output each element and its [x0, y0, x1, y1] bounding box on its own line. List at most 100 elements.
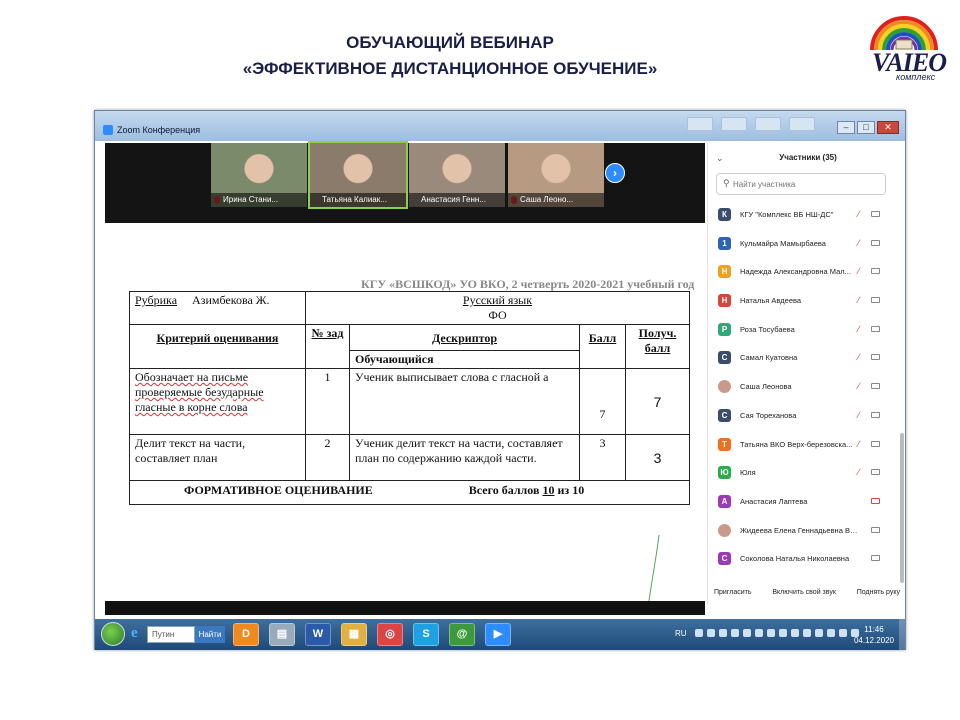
participant-row[interactable]: Жидеева Елена Геннадьевна ВКО — [708, 519, 900, 548]
close-button[interactable]: ✕ — [877, 121, 899, 134]
total-value: 10 — [542, 483, 555, 497]
camera-icon — [871, 268, 880, 275]
table-footer-row: ФОРМАТИВНОЕ ОЦЕНИВАНИЕ Всего баллов 10 и… — [129, 480, 690, 505]
camera-icon — [871, 211, 880, 217]
participant-row[interactable]: 1 Кульмайра Мамырбаева ⁄ — [708, 232, 900, 261]
score-cell: 3 — [579, 434, 626, 481]
participant-row[interactable]: Саша Леонова ⁄ — [708, 375, 900, 404]
avatar — [718, 380, 731, 394]
participant-name: Наталья Авдеева — [740, 296, 802, 306]
avatar: С — [718, 351, 731, 365]
header-criteria: Критерий оценивания — [129, 324, 306, 369]
chrome-icon[interactable]: ◎ — [377, 623, 403, 646]
zoom-icon[interactable]: ▶ — [485, 623, 511, 646]
unmute-button[interactable]: Включить свой звук — [772, 589, 836, 605]
mic-muted-icon: ⁄ — [858, 352, 860, 363]
participant-row[interactable]: С Самал Куатовна ⁄ — [708, 346, 900, 375]
total-suffix: из 10 — [557, 483, 585, 497]
video-tile-name: Анастасия Генн... — [409, 193, 505, 207]
slide: ОБУЧАЮЩИЙ ВЕБИНАР «ЭФФЕКТИВНОЕ ДИСТАНЦИО… — [0, 0, 960, 720]
received-cell: 3 — [625, 434, 690, 481]
minimize-button[interactable]: – — [837, 121, 855, 134]
start-button[interactable] — [101, 622, 125, 646]
task-number-cell: 2 — [305, 434, 350, 481]
participant-name: КГУ "Комплекс ВБ НШ-ДС" — [740, 210, 834, 219]
avatar: С — [718, 408, 731, 422]
avatar: С — [718, 552, 731, 566]
media-player-icon[interactable]: D — [233, 623, 259, 646]
taskbar-search-input[interactable]: Путин — [147, 626, 195, 643]
file-explorer-icon[interactable]: ▦ — [341, 623, 367, 646]
camera-icon — [871, 354, 880, 361]
camera-icon — [871, 469, 880, 476]
slide-title-line2: «ЭФФЕКТИВНОЕ ДИСТАНЦИОННОЕ ОБУЧЕНИЕ» — [242, 59, 658, 78]
calculator-icon[interactable]: ▤ — [269, 623, 295, 646]
student-label: Обучающийся — [350, 350, 579, 368]
participants-title: Участники (35) — [779, 153, 837, 162]
maximize-button[interactable]: □ — [857, 121, 875, 134]
skype-icon[interactable]: S — [413, 623, 439, 646]
mic-muted-icon: ⁄ — [858, 323, 860, 334]
window-titlebar[interactable]: Zoom Конференция – □ ✕ — [95, 111, 905, 141]
document-bottom-bar — [105, 601, 705, 615]
video-tile-active-speaker[interactable]: Татьяна Калиак... — [308, 141, 408, 209]
avatar: Н — [718, 265, 731, 279]
participant-row[interactable]: Т Татьяна ВКО Верх-березовска... ⁄ — [708, 433, 900, 462]
video-tile[interactable]: Саша Леоно... — [508, 143, 604, 207]
next-page-arrow-icon[interactable]: › — [605, 163, 625, 183]
system-tray-icons — [695, 629, 859, 637]
zoom-window: Zoom Конференция – □ ✕ Ирина Стани... Та… — [94, 110, 906, 650]
taskbar-search-button[interactable]: Найти — [195, 626, 225, 643]
avatar: Т — [718, 437, 731, 451]
participant-row[interactable]: А Анастасия Лаптева — [708, 490, 900, 519]
avatar: Н — [718, 294, 731, 308]
raise-hand-button[interactable]: Поднять руку — [857, 589, 900, 605]
video-tile[interactable]: Анастасия Генн... — [409, 143, 505, 207]
participant-row[interactable]: Р Роза Тосубаева ⁄ — [708, 318, 900, 347]
footer-title: ФОРМАТИВНОЕ ОЦЕНИВАНИЕ — [184, 483, 373, 497]
scrollbar[interactable] — [900, 433, 904, 583]
mic-muted-icon: ⁄ — [858, 295, 860, 306]
participant-row[interactable]: Н Наталья Авдеева ⁄ — [708, 289, 900, 318]
logo-subtitle: комплекс — [896, 72, 936, 82]
participant-name: Надежда Александровна Мал... — [740, 267, 851, 277]
criterion-cell: Делит текст на части, составляет план — [129, 434, 306, 481]
avatar: К — [718, 208, 731, 221]
participant-search-input[interactable] — [733, 177, 883, 191]
invite-button[interactable]: Пригласить — [714, 589, 751, 605]
participant-row[interactable]: Н Надежда Александровна Мал... ⁄ — [708, 260, 900, 289]
participant-name: Самал Куатовна — [740, 353, 798, 363]
camera-icon — [871, 411, 880, 418]
chevron-down-icon[interactable]: ⌄ — [716, 153, 724, 164]
participant-row[interactable]: С Соколова Наталья Николаевна — [708, 547, 900, 576]
participant-row[interactable]: С Сая Тореханова ⁄ — [708, 404, 900, 433]
word-icon[interactable]: W — [305, 623, 331, 646]
participant-row[interactable]: Ю Юля ⁄ — [708, 461, 900, 490]
participant-row[interactable]: К КГУ "Комплекс ВБ НШ-ДС" ⁄ — [708, 203, 900, 232]
window-title: Zoom Конференция — [117, 125, 201, 135]
participant-name: Роза Тосубаева — [740, 324, 795, 334]
video-tile[interactable]: Ирина Стани... — [211, 143, 307, 207]
language-indicator[interactable]: RU — [675, 629, 687, 638]
avatar: Ю — [718, 466, 731, 480]
shared-document: КГУ «ВСШКОД» УО ВКО, 2 четверть 2020-202… — [105, 223, 705, 601]
show-desktop-button[interactable] — [899, 619, 905, 650]
avatar: Р — [718, 322, 731, 336]
camera-icon — [871, 440, 880, 447]
slide-title-line1: ОБУЧАЮЩИЙ ВЕБИНАР — [346, 33, 554, 52]
avatar: 1 — [718, 236, 731, 250]
video-tile-name: Саша Леоно... — [508, 193, 604, 207]
pen-stroke — [648, 534, 660, 601]
participant-list: К КГУ "Комплекс ВБ НШ-ДС" ⁄ 1 Кульмайра Мамы… — [708, 203, 900, 576]
header-received: Получ. балл — [625, 324, 690, 369]
participant-search[interactable]: ⚲ — [716, 173, 886, 195]
criterion-cell: Обозначает на письме проверяемые безудар… — [129, 368, 306, 435]
header-descriptor: Дескриптор Обучающийся — [349, 324, 580, 369]
internet-explorer-icon[interactable]: e — [131, 625, 145, 641]
clock-time: 11:46 — [864, 625, 884, 634]
mail-icon[interactable]: @ — [449, 623, 475, 646]
video-tile-name: Ирина Стани... — [211, 193, 307, 207]
taskbar-clock[interactable]: 11:46 04.12.2020 — [851, 624, 897, 646]
video-tile-name: Татьяна Калиак... — [310, 193, 406, 207]
participant-name: Кульмайра Мамырбаева — [740, 238, 826, 248]
